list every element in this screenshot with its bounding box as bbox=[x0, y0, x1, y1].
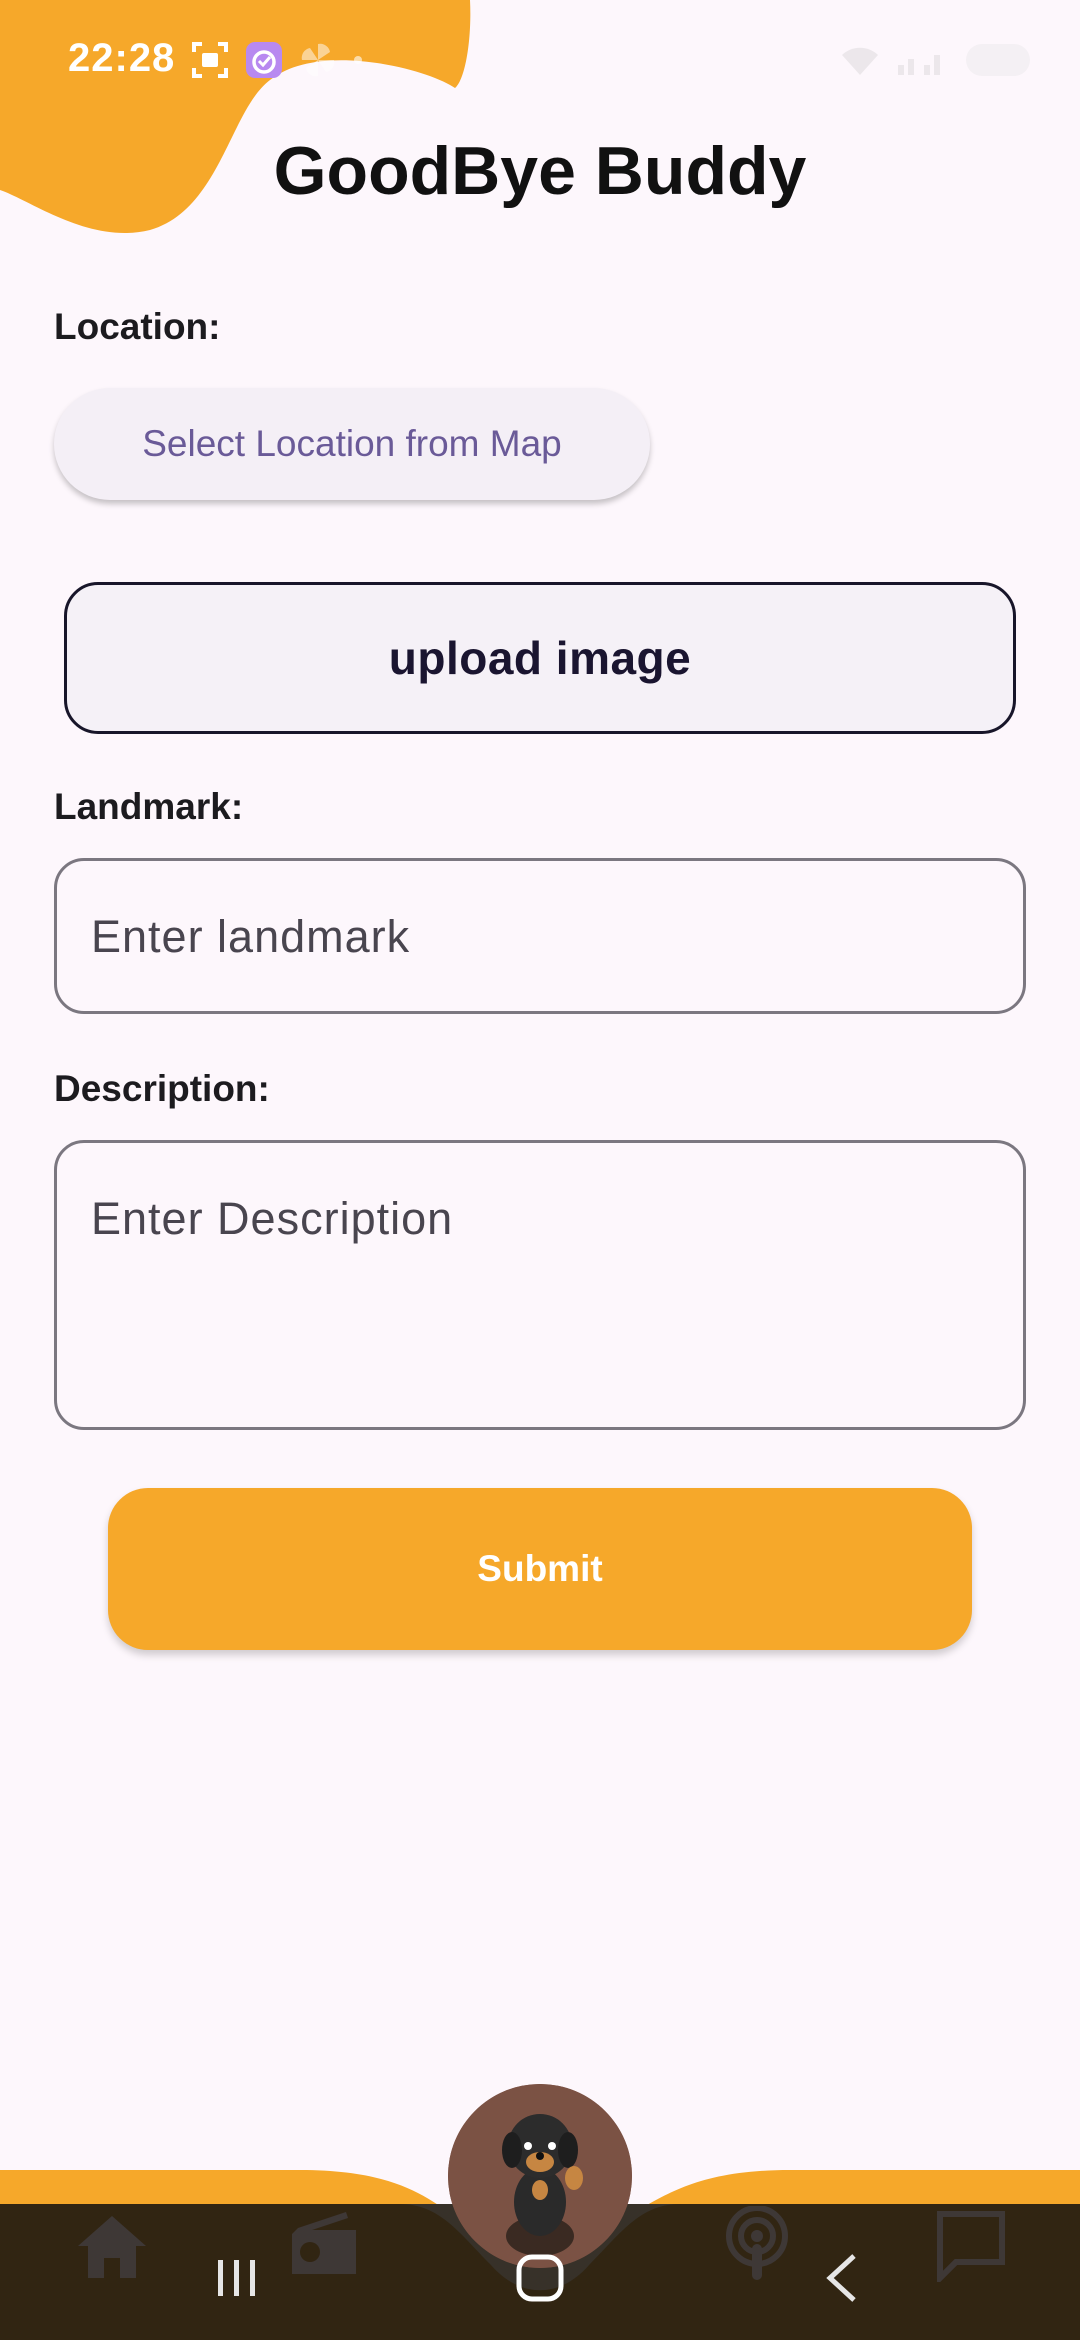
status-icons-left bbox=[190, 40, 364, 80]
landmark-field[interactable]: Enter landmark bbox=[54, 858, 1026, 1014]
submit-button[interactable]: Submit bbox=[108, 1488, 972, 1650]
podcast-icon[interactable] bbox=[722, 2206, 792, 2282]
dot-icon bbox=[354, 56, 362, 64]
pinwheel-icon bbox=[301, 43, 335, 77]
description-label: Description: bbox=[54, 1068, 270, 1109]
description-field[interactable]: Enter Description bbox=[54, 1140, 1026, 1430]
battery-icon bbox=[966, 44, 1030, 76]
dog-avatar[interactable] bbox=[448, 2084, 632, 2268]
location-label: Location: bbox=[54, 306, 221, 347]
landmark-placeholder: Enter landmark bbox=[91, 911, 411, 962]
description-placeholder: Enter Description bbox=[91, 1193, 454, 1244]
radio-icon[interactable] bbox=[286, 2208, 362, 2278]
screenshot-icon bbox=[192, 42, 228, 78]
status-time: 22:28 bbox=[68, 36, 176, 80]
app-notification-icon bbox=[246, 42, 282, 78]
screen: 22:28 GoodBye Buddy Location: Select Loc… bbox=[0, 0, 1080, 2340]
status-icons-right bbox=[840, 42, 1034, 78]
status-bar: 22:28 bbox=[0, 0, 1080, 120]
signal-icon bbox=[898, 55, 940, 75]
home-icon[interactable] bbox=[74, 2212, 150, 2282]
recents-button[interactable] bbox=[214, 2256, 260, 2300]
select-location-button[interactable]: Select Location from Map bbox=[54, 388, 650, 500]
page-title: GoodBye Buddy bbox=[273, 133, 807, 209]
landmark-label: Landmark: bbox=[54, 786, 244, 827]
home-button[interactable] bbox=[514, 2252, 566, 2304]
wifi-icon bbox=[842, 47, 878, 75]
dog-icon bbox=[448, 2084, 632, 2268]
back-button[interactable] bbox=[822, 2252, 862, 2304]
chat-icon[interactable] bbox=[934, 2208, 1008, 2282]
upload-image-button[interactable]: upload image bbox=[64, 582, 1016, 734]
